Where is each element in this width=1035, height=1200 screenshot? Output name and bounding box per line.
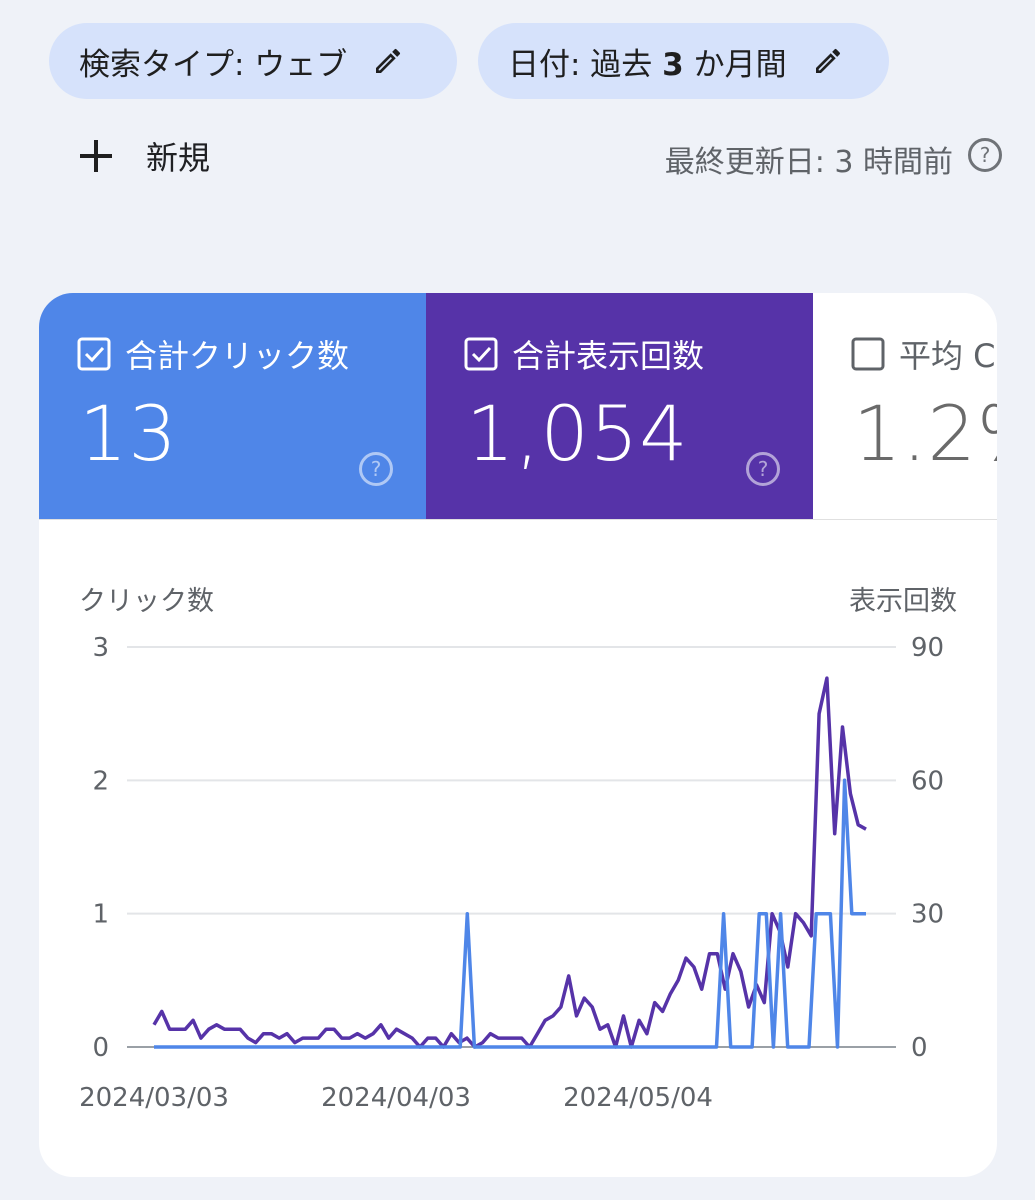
left-axis-tick-label: 3 (92, 633, 109, 663)
right-axis-tick-label: 0 (911, 1033, 928, 1063)
left-axis-tick-label: 2 (92, 766, 109, 796)
left-axis-title: クリック数 (79, 586, 214, 617)
right-axis-tick-label: 60 (911, 766, 944, 796)
right-axis-tick-label: 30 (911, 900, 944, 930)
new-button[interactable]: 新規 (78, 133, 210, 179)
x-axis-tick-label: 2024/03/03 (79, 1083, 229, 1113)
x-axis-tick-label: 2024/05/04 (563, 1083, 713, 1113)
plus-icon (78, 138, 114, 174)
pencil-icon (369, 42, 407, 80)
x-axis-tick-label: 2024/04/03 (321, 1083, 471, 1113)
search-type-filter-label: 検索タイプ: ウェブ (79, 46, 348, 83)
svg-text:?: ? (980, 143, 991, 167)
last-updated: 最終更新日: 3 時間前 ? (665, 137, 1003, 181)
right-axis-tick-label: 90 (911, 633, 944, 663)
date-filter-label: 日付: 過去 3 か月間 (508, 46, 787, 83)
last-updated-text: 最終更新日: 3 時間前 (664, 145, 953, 180)
new-button-label: 新規 (146, 139, 211, 177)
pencil-icon (809, 42, 847, 80)
impressions-series-line (152, 676, 867, 1049)
performance-card: 合計クリック数 13 ? 合計表示回数 1,054 ? 平均 C 1.2% クリ… (39, 293, 997, 1177)
right-axis-title: 表示回数 (849, 586, 957, 617)
left-axis-tick-label: 1 (92, 900, 109, 930)
date-filter-chip[interactable]: 日付: 過去 3 か月間 (478, 23, 889, 99)
search-type-filter-chip[interactable]: 検索タイプ: ウェブ (49, 23, 457, 99)
help-icon[interactable]: ? (967, 137, 1003, 181)
left-axis-tick-label: 0 (92, 1033, 109, 1063)
performance-chart: クリック数 表示回数 0 0 1 30 2 60 3 90 2024/03/03 2024/04/… (79, 586, 957, 1113)
